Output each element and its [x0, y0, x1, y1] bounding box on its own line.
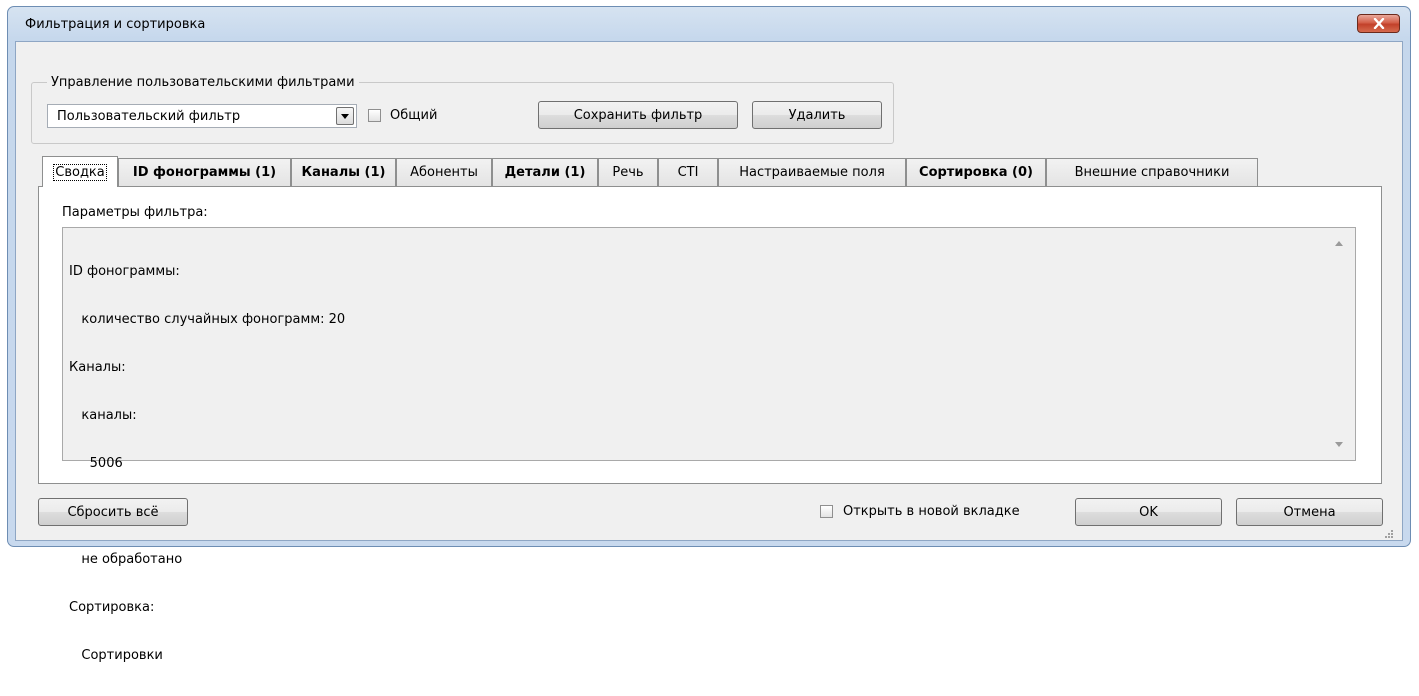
title-bar[interactable]: Фильтрация и сортировка: [8, 7, 1410, 41]
common-checkbox[interactable]: [368, 109, 381, 122]
tab-channels[interactable]: Каналы (1): [291, 158, 396, 186]
filter-select-value: Пользовательский фильтр: [57, 109, 241, 124]
close-button[interactable]: [1357, 14, 1400, 33]
tab-subscribers-label: Абоненты: [410, 165, 478, 180]
reset-all-button[interactable]: Сбросить всё: [38, 498, 188, 526]
common-checkbox-label[interactable]: Общий: [390, 108, 437, 123]
tab-details[interactable]: Детали (1): [492, 158, 598, 186]
tab-custom-fields[interactable]: Настраиваемые поля: [718, 158, 906, 186]
delete-filter-button[interactable]: Удалить: [752, 101, 882, 129]
summary-line: каналы:: [69, 408, 137, 423]
tab-sorting-label: Сортировка (0): [919, 165, 1033, 180]
tab-external-directories-label: Внешние справочники: [1074, 165, 1230, 180]
tab-speech-label: Речь: [612, 165, 644, 180]
tab-details-label: Детали (1): [504, 165, 586, 180]
user-filters-group-title: Управление пользовательскими фильтрами: [47, 75, 359, 90]
summary-line: количество случайных фонограмм: 20: [69, 312, 346, 327]
tab-custom-fields-label: Настраиваемые поля: [739, 165, 885, 180]
cancel-button[interactable]: Отмена: [1236, 498, 1383, 526]
filter-summary-textarea[interactable]: ID фонограммы: количество случайных фоно…: [62, 227, 1356, 663]
save-filter-button[interactable]: Сохранить фильтр: [538, 101, 738, 129]
window-title: Фильтрация и сортировка: [25, 17, 206, 32]
filter-select[interactable]: Пользовательский фильтр: [47, 104, 357, 128]
tab-cti-label: CTI: [677, 165, 699, 180]
filter-select-dropdown-button[interactable]: [336, 107, 354, 125]
ok-button[interactable]: OK: [1075, 498, 1222, 526]
open-new-tab-checkbox[interactable]: [820, 505, 833, 518]
summary-line: Сортировки: [69, 648, 163, 663]
tab-recording-id-label: ID фонограммы (1): [132, 165, 277, 180]
tab-channels-label: Каналы (1): [301, 165, 386, 180]
tab-summary-label: Сводка: [53, 163, 107, 181]
tab-cti[interactable]: CTI: [658, 158, 718, 186]
summary-line: 5006: [69, 456, 123, 471]
summary-line: ID фонограммы:: [69, 264, 180, 279]
open-new-tab-label[interactable]: Открыть в новой вкладке: [843, 504, 1020, 519]
scroll-down-arrow-icon[interactable]: [1335, 442, 1343, 447]
scroll-up-arrow-icon[interactable]: [1335, 241, 1343, 246]
tab-sorting[interactable]: Сортировка (0): [906, 158, 1046, 186]
summary-line: Сортировка:: [69, 600, 155, 615]
close-icon: [1373, 18, 1384, 29]
tab-recording-id[interactable]: ID фонограммы (1): [118, 158, 291, 186]
tab-speech[interactable]: Речь: [598, 158, 658, 186]
tab-external-directories[interactable]: Внешние справочники: [1046, 158, 1258, 186]
summary-line: Каналы:: [69, 360, 126, 375]
chevron-down-icon: [341, 113, 349, 119]
tab-summary[interactable]: Сводка: [42, 156, 118, 187]
filter-params-label: Параметры фильтра:: [62, 205, 208, 220]
summary-line: не обработано: [69, 552, 183, 567]
tab-subscribers[interactable]: Абоненты: [396, 158, 492, 186]
filter-summary-text: ID фонограммы: количество случайных фоно…: [69, 232, 345, 696]
resize-grip-icon[interactable]: [1384, 529, 1394, 539]
